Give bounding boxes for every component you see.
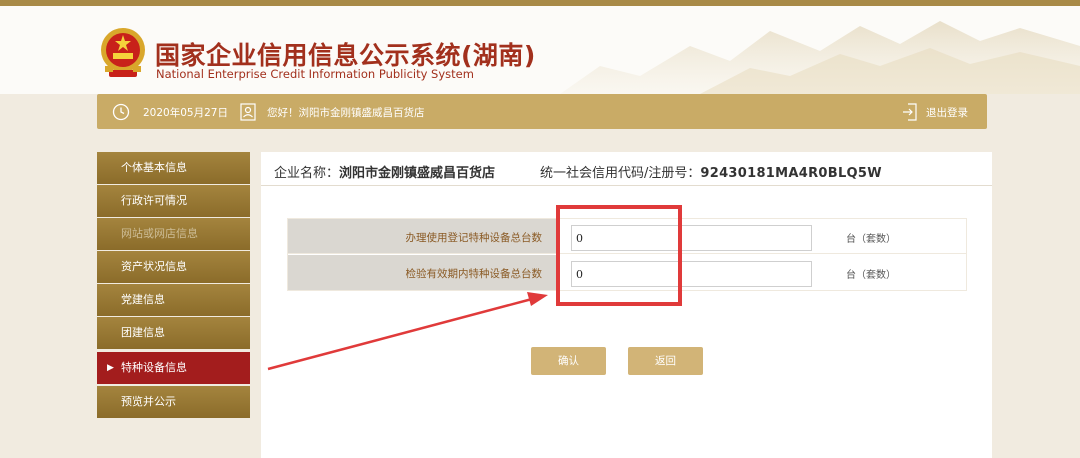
sidebar-item-party[interactable]: 党建信息 [97,284,250,316]
form-label-cell: 检验有效期内特种设备总台数 [288,255,559,290]
sidebar-item-assets[interactable]: 资产状况信息 [97,251,250,283]
form-row: 检验有效期内特种设备总台数 0 台（套数） [288,255,966,290]
unit-label: 台（套数） [846,270,896,281]
sidebar-item-website[interactable]: 网站或网店信息 [97,218,250,250]
enterprise-name-row: 企业名称：浏阳市金刚镇盛威昌百货店 [274,162,495,181]
user-greeting: 您好！浏阳市金刚镇盛威昌百货店 [267,107,425,119]
national-emblem-icon [101,28,145,77]
equipment-form: 办理使用登记特种设备总台数 0 台（套数） 检验有效期内特种设备总台数 0 台（… [287,218,967,291]
logout-link[interactable]: 退出登录 [926,105,968,120]
credit-code-label: 统一社会信用代码/注册号： [540,166,701,181]
sidebar-item-basic-info[interactable]: 个体基本信息 [97,152,250,184]
clock-icon [112,103,130,121]
back-button[interactable]: 返回 [628,347,703,375]
user-id-icon [240,103,256,121]
unit-label: 台（套数） [846,234,896,245]
site-header: 国家企业信用信息公示系统(湖南) National Enterprise Cre… [0,6,1080,94]
sidebar-item-preview-publish[interactable]: 预览并公示 [97,386,250,418]
active-arrow-icon: ▶ [107,363,114,373]
form-label-cell: 办理使用登记特种设备总台数 [288,219,559,253]
credit-code: 92430181MA4R0BLQ5W [700,166,882,181]
registered-equipment-input[interactable]: 0 [571,225,812,251]
sidebar-item-label: 党建信息 [121,293,165,306]
enterprise-header: 企业名称：浏阳市金刚镇盛威昌百货店 统一社会信用代码/注册号：92430181M… [261,152,992,186]
main-panel: 企业名称：浏阳市金刚镇盛威昌百货店 统一社会信用代码/注册号：92430181M… [261,152,992,458]
enterprise-name-label: 企业名称： [274,166,340,181]
form-row: 办理使用登记特种设备总台数 0 台（套数） [288,219,966,254]
valid-inspection-equipment-label: 检验有效期内特种设备总台数 [405,268,543,280]
credit-code-row: 统一社会信用代码/注册号：92430181MA4R0BLQ5W [540,162,882,181]
sidebar-item-label: 个体基本信息 [121,161,187,174]
confirm-button[interactable]: 确认 [531,347,606,375]
sidebar-item-label: 网站或网店信息 [121,227,198,240]
registered-equipment-label: 办理使用登记特种设备总台数 [405,232,543,244]
sidebar-item-label: 资产状况信息 [121,260,187,273]
valid-inspection-equipment-input[interactable]: 0 [571,261,812,287]
site-subtitle: National Enterprise Credit Information P… [156,67,474,81]
sidebar-item-label: 团建信息 [121,326,165,339]
logout-icon[interactable] [902,103,918,121]
sidebar-item-special-equipment[interactable]: ▶ 特种设备信息 [97,352,250,384]
sidebar-item-label: 行政许可情况 [121,194,187,207]
sidebar-item-league[interactable]: 团建信息 [97,317,250,349]
info-bar: 2020年05月27日 您好！浏阳市金刚镇盛威昌百货店 退出登录 [97,94,987,129]
enterprise-name: 浏阳市金刚镇盛威昌百货店 [339,166,496,181]
sidebar-item-label: 特种设备信息 [121,361,187,374]
mountain-background [560,21,1080,94]
current-date: 2020年05月27日 [143,107,228,119]
sidebar-item-admin-license[interactable]: 行政许可情况 [97,185,250,217]
sidebar-item-label: 预览并公示 [121,395,176,408]
